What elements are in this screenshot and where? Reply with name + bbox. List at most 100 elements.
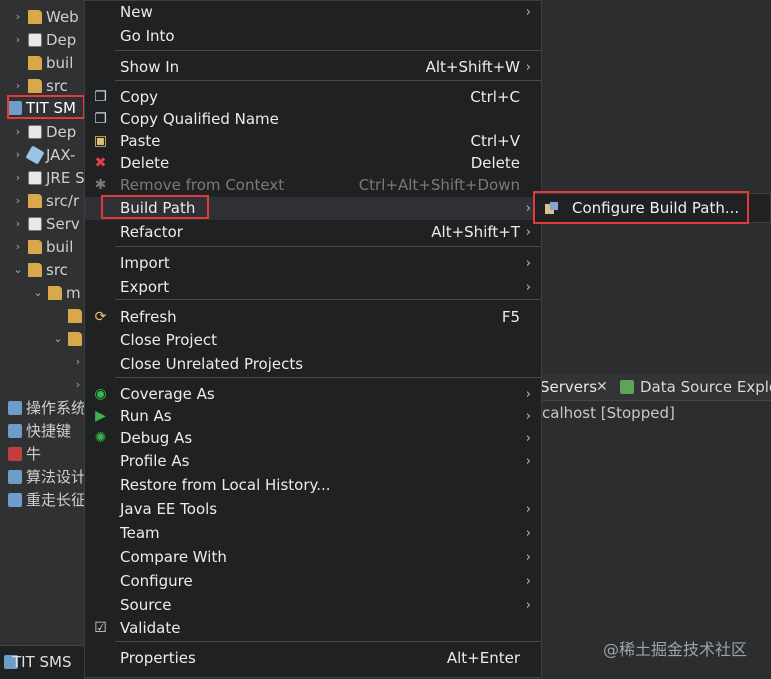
library-icon (28, 33, 42, 47)
menu-separator (115, 299, 541, 300)
menu-item-run-as[interactable]: ▶ Run As › (85, 405, 541, 428)
chevron-right-icon: › (525, 598, 531, 613)
tree-item-label: JAX- (46, 146, 76, 164)
tree-item-label: 算法设计 (26, 468, 84, 486)
tree-item[interactable]: › JAX- (0, 144, 84, 166)
tree-item[interactable]: › (0, 351, 84, 373)
menu-item-label: New (120, 3, 153, 21)
tree-item-label: buil (46, 54, 74, 72)
tree-item[interactable]: › buil (0, 236, 84, 258)
menu-item-coverage-as[interactable]: ◉ Coverage As › (85, 383, 541, 406)
menu-item-java-ee-tools[interactable]: Java EE Tools › (85, 498, 541, 521)
copy-qualified-icon: ❐ (94, 111, 107, 127)
tree-item[interactable]: ⌄ m (0, 282, 84, 304)
menu-item-team[interactable]: Team › (85, 522, 541, 545)
chevron-right-icon[interactable]: › (12, 29, 24, 51)
chevron-right-icon[interactable]: › (12, 121, 24, 143)
server-list-item[interactable]: calhost [Stopped] (542, 402, 675, 424)
chevron-right-icon[interactable]: › (12, 213, 24, 235)
tree-item[interactable]: › Dep (0, 121, 84, 143)
tree-item[interactable]: ⌄ src (0, 259, 84, 281)
tree-item[interactable]: › 操作系统 (0, 397, 84, 419)
menu-item-configure[interactable]: Configure › (85, 570, 541, 593)
chevron-right-icon[interactable]: › (12, 236, 24, 258)
menu-item-debug-as[interactable]: ✺ Debug As › (85, 427, 541, 450)
menu-item-close-unrelated-projects[interactable]: Close Unrelated Projects (85, 353, 541, 376)
folder-icon (28, 240, 42, 254)
tree-item[interactable]: › src/r (0, 190, 84, 212)
menu-item-properties[interactable]: Properties Alt+Enter (85, 647, 541, 670)
menu-item-paste[interactable]: ▣ Paste Ctrl+V (85, 130, 541, 153)
folder-icon (28, 263, 42, 277)
tree-item-label: src (46, 261, 68, 279)
tree-item[interactable]: › (0, 374, 84, 396)
tree-item[interactable]: ⌄ (0, 328, 84, 350)
menu-item-show-in[interactable]: Show In Alt+Shift+W › (85, 56, 541, 79)
tree-item[interactable] (0, 305, 84, 327)
chevron-right-icon[interactable]: › (0, 466, 4, 488)
chevron-down-icon[interactable]: ⌄ (0, 97, 4, 119)
tree-item-label: buil (46, 238, 74, 256)
chevron-right-icon[interactable]: › (0, 443, 4, 465)
chevron-right-icon[interactable] (52, 305, 64, 327)
menu-separator (115, 377, 541, 378)
tree-item-label: src/r (46, 192, 80, 210)
menu-item-shortcut: Alt+Shift+T (431, 223, 520, 241)
menu-item-refactor[interactable]: Refactor Alt+Shift+T › (85, 221, 541, 244)
tree-item[interactable]: › Dep (0, 29, 84, 51)
tree-item-label: 重走长征 (26, 491, 84, 509)
menu-item-validate[interactable]: ☑ Validate (85, 617, 541, 640)
menu-item-refresh[interactable]: ⟳ Refresh F5 (85, 306, 541, 329)
data-source-icon (620, 380, 634, 394)
menu-item-close-project[interactable]: Close Project (85, 329, 541, 352)
tree-item[interactable]: › src (0, 75, 84, 97)
menu-item-restore-from-local-history[interactable]: Restore from Local History... (85, 474, 541, 497)
menu-item-profile-as[interactable]: Profile As › (85, 450, 541, 473)
chevron-right-icon[interactable]: › (12, 144, 24, 166)
menu-item-compare-with[interactable]: Compare With › (85, 546, 541, 569)
chevron-right-icon[interactable]: › (0, 489, 4, 511)
tree-item[interactable]: buil (0, 52, 84, 74)
chevron-right-icon[interactable] (12, 52, 24, 74)
close-icon[interactable]: ✕ (596, 374, 608, 400)
folder-icon (68, 332, 82, 346)
chevron-right-icon[interactable]: › (0, 420, 4, 442)
project-icon (8, 470, 22, 484)
chevron-right-icon[interactable]: › (0, 397, 4, 419)
tree-item[interactable]: › 快捷键 (0, 420, 84, 442)
tree-item[interactable]: › Serv (0, 213, 84, 235)
menu-item-new[interactable]: New › (85, 1, 541, 24)
menu-item-copy[interactable]: ❐ Copy Ctrl+C (85, 86, 541, 109)
menu-item-go-into[interactable]: Go Into (85, 25, 541, 48)
tree-item-label: 快捷键 (26, 422, 72, 440)
menu-item-remove-from-context: ✱ Remove from Context Ctrl+Alt+Shift+Down (85, 174, 541, 197)
chevron-right-icon[interactable]: › (12, 167, 24, 189)
chevron-right-icon[interactable]: › (12, 75, 24, 97)
tree-item[interactable]: › Web (0, 6, 84, 28)
chevron-right-icon: › (525, 280, 531, 295)
chevron-down-icon[interactable]: ⌄ (12, 259, 24, 281)
tree-item[interactable]: › 算法设计 (0, 466, 84, 488)
chevron-right-icon: › (525, 431, 531, 446)
chevron-down-icon[interactable]: ⌄ (52, 328, 64, 350)
menu-item-source[interactable]: Source › (85, 594, 541, 617)
chevron-down-icon[interactable]: ⌄ (32, 282, 44, 304)
chevron-right-icon[interactable]: › (12, 6, 24, 28)
chevron-right-icon[interactable]: › (72, 374, 84, 396)
tab-servers[interactable]: Servers (542, 374, 597, 400)
menu-item-export[interactable]: Export › (85, 276, 541, 299)
tab-data-source-explorer[interactable]: Data Source Explo (640, 374, 771, 400)
tree-item[interactable]: › 重走长征 (0, 489, 84, 511)
library-icon (28, 217, 42, 231)
menu-item-import[interactable]: Import › (85, 252, 541, 275)
project-icon (8, 493, 22, 507)
menu-item-copy-qualified-name[interactable]: ❐ Copy Qualified Name (85, 108, 541, 131)
menu-item-delete[interactable]: ✖ Delete Delete (85, 152, 541, 175)
menu-item-label: Configure (120, 572, 193, 590)
chevron-right-icon[interactable]: › (72, 351, 84, 373)
menu-item-label: Source (120, 596, 172, 614)
tree-item[interactable]: › JRE S (0, 167, 84, 189)
tree-item[interactable]: ›牛 (0, 443, 84, 465)
chevron-right-icon: › (525, 60, 531, 75)
chevron-right-icon[interactable]: › (12, 190, 24, 212)
